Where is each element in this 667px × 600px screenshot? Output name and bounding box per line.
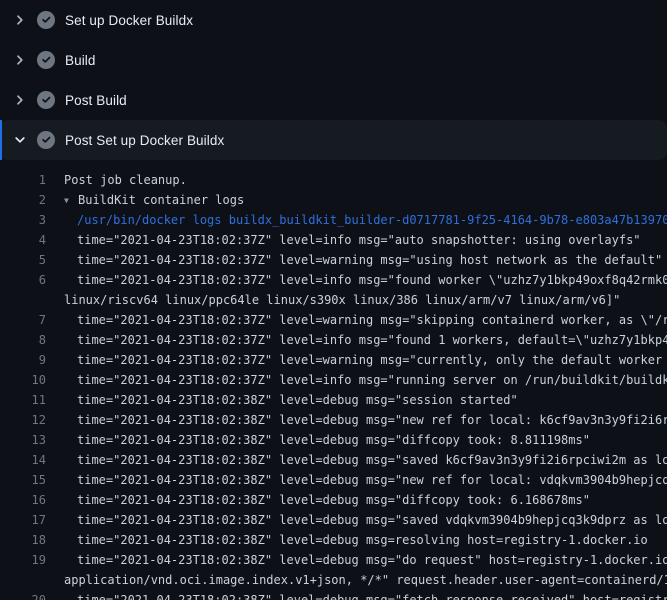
log-line: 11time="2021-04-23T18:02:38Z" level=debu…: [0, 390, 667, 410]
log-line-number[interactable]: 11: [0, 390, 46, 410]
log-line: 15time="2021-04-23T18:02:38Z" level=debu…: [0, 470, 667, 490]
log-line-text: time="2021-04-23T18:02:38Z" level=debug …: [46, 510, 667, 530]
log-line-number[interactable]: 15: [0, 470, 46, 490]
log-line-number[interactable]: 8: [0, 330, 46, 350]
chevron-down-icon[interactable]: [12, 132, 28, 148]
log-line-number: [0, 290, 46, 310]
log-line-text: /usr/bin/docker logs buildx_buildkit_bui…: [46, 210, 667, 230]
log-line-text: time="2021-04-23T18:02:38Z" level=debug …: [46, 390, 518, 410]
log-line-number[interactable]: 18: [0, 530, 46, 550]
log-line: 6time="2021-04-23T18:02:37Z" level=info …: [0, 270, 667, 290]
log-line-number[interactable]: 3: [0, 210, 46, 230]
step-label: Build: [65, 53, 96, 68]
step-build[interactable]: Build: [0, 40, 667, 80]
log-line-text: time="2021-04-23T18:02:38Z" level=debug …: [46, 470, 667, 490]
chevron-right-icon[interactable]: [12, 12, 28, 28]
group-expanded-triangle-icon[interactable]: ▼: [64, 191, 78, 211]
log-line-text: application/vnd.oci.image.index.v1+json,…: [46, 570, 667, 590]
log-line-number[interactable]: 12: [0, 410, 46, 430]
log-line-text: time="2021-04-23T18:02:37Z" level=warnin…: [46, 310, 667, 330]
log-line-number: [0, 570, 46, 590]
log-body: 1Post job cleanup.2▼BuildKit container l…: [0, 160, 667, 600]
log-line: 5time="2021-04-23T18:02:37Z" level=warni…: [0, 250, 667, 270]
check-circle-icon: [37, 51, 55, 69]
log-line: 7time="2021-04-23T18:02:37Z" level=warni…: [0, 310, 667, 330]
log-line-number[interactable]: 14: [0, 450, 46, 470]
log-line-number[interactable]: 20: [0, 590, 46, 600]
check-circle-icon: [37, 131, 55, 149]
log-line: 8time="2021-04-23T18:02:37Z" level=info …: [0, 330, 667, 350]
log-line-number[interactable]: 4: [0, 230, 46, 250]
log-line-text: time="2021-04-23T18:02:38Z" level=debug …: [46, 530, 648, 550]
log-group-title[interactable]: BuildKit container logs: [78, 193, 244, 207]
log-group-label[interactable]: ▼BuildKit container logs: [46, 190, 244, 210]
log-line: 13time="2021-04-23T18:02:38Z" level=debu…: [0, 430, 667, 450]
log-line-text: time="2021-04-23T18:02:37Z" level=warnin…: [46, 350, 667, 370]
log-line-number[interactable]: 6: [0, 270, 46, 290]
log-line: 1Post job cleanup.: [0, 170, 667, 190]
step-post-set-up-docker-buildx[interactable]: Post Set up Docker Buildx: [0, 120, 667, 160]
log-line: application/vnd.oci.image.index.v1+json,…: [0, 570, 667, 590]
log-line: 12time="2021-04-23T18:02:38Z" level=debu…: [0, 410, 667, 430]
log-line: 19time="2021-04-23T18:02:38Z" level=debu…: [0, 550, 667, 570]
log-line-number[interactable]: 10: [0, 370, 46, 390]
log-line: 2▼BuildKit container logs: [0, 190, 667, 210]
log-line: 9time="2021-04-23T18:02:37Z" level=warni…: [0, 350, 667, 370]
step-label: Set up Docker Buildx: [65, 13, 193, 28]
log-line-number[interactable]: 17: [0, 510, 46, 530]
log-line: 14time="2021-04-23T18:02:38Z" level=debu…: [0, 450, 667, 470]
log-line-text: Post job cleanup.: [46, 170, 187, 190]
log-line-text: time="2021-04-23T18:02:37Z" level=info m…: [46, 270, 667, 290]
log-line-text: linux/riscv64 linux/ppc64le linux/s390x …: [46, 290, 620, 310]
log-line-text: time="2021-04-23T18:02:38Z" level=debug …: [46, 590, 667, 600]
log-line-text: time="2021-04-23T18:02:37Z" level=info m…: [46, 370, 667, 390]
log-line: 16time="2021-04-23T18:02:38Z" level=debu…: [0, 490, 667, 510]
log-line-number[interactable]: 16: [0, 490, 46, 510]
log-line-text: time="2021-04-23T18:02:37Z" level=info m…: [46, 330, 667, 350]
log-line-text: time="2021-04-23T18:02:38Z" level=debug …: [46, 490, 590, 510]
log-line-text: time="2021-04-23T18:02:38Z" level=debug …: [46, 450, 667, 470]
log-line: 18time="2021-04-23T18:02:38Z" level=debu…: [0, 530, 667, 550]
log-line: 17time="2021-04-23T18:02:38Z" level=debu…: [0, 510, 667, 530]
step-post-build[interactable]: Post Build: [0, 80, 667, 120]
step-list: Set up Docker Buildx Build Post Build: [0, 0, 667, 160]
log-line: 4time="2021-04-23T18:02:37Z" level=info …: [0, 230, 667, 250]
step-label: Post Set up Docker Buildx: [65, 133, 224, 148]
log-line-text: time="2021-04-23T18:02:37Z" level=info m…: [46, 230, 641, 250]
log-line-number[interactable]: 19: [0, 550, 46, 570]
log-line-text: time="2021-04-23T18:02:37Z" level=warnin…: [46, 250, 662, 270]
log-line-text: time="2021-04-23T18:02:38Z" level=debug …: [46, 410, 667, 430]
log-line-number[interactable]: 2: [0, 190, 46, 210]
step-set-up-docker-buildx[interactable]: Set up Docker Buildx: [0, 0, 667, 40]
log-line: 20time="2021-04-23T18:02:38Z" level=debu…: [0, 590, 667, 600]
step-label: Post Build: [65, 93, 127, 108]
log-line: 3/usr/bin/docker logs buildx_buildkit_bu…: [0, 210, 667, 230]
chevron-right-icon[interactable]: [12, 92, 28, 108]
log-line-text: time="2021-04-23T18:02:38Z" level=debug …: [46, 430, 590, 450]
log-line-text: time="2021-04-23T18:02:38Z" level=debug …: [46, 550, 667, 570]
check-circle-icon: [37, 11, 55, 29]
log-line-number[interactable]: 1: [0, 170, 46, 190]
log-line: 10time="2021-04-23T18:02:37Z" level=info…: [0, 370, 667, 390]
log-line-number[interactable]: 5: [0, 250, 46, 270]
log-line-number[interactable]: 13: [0, 430, 46, 450]
log-line: linux/riscv64 linux/ppc64le linux/s390x …: [0, 290, 667, 310]
actions-log-viewer: Set up Docker Buildx Build Post Build: [0, 0, 667, 600]
log-line-number[interactable]: 7: [0, 310, 46, 330]
chevron-right-icon[interactable]: [12, 52, 28, 68]
log-line-number[interactable]: 9: [0, 350, 46, 370]
active-step-accent-bar: [0, 120, 2, 160]
check-circle-icon: [37, 91, 55, 109]
